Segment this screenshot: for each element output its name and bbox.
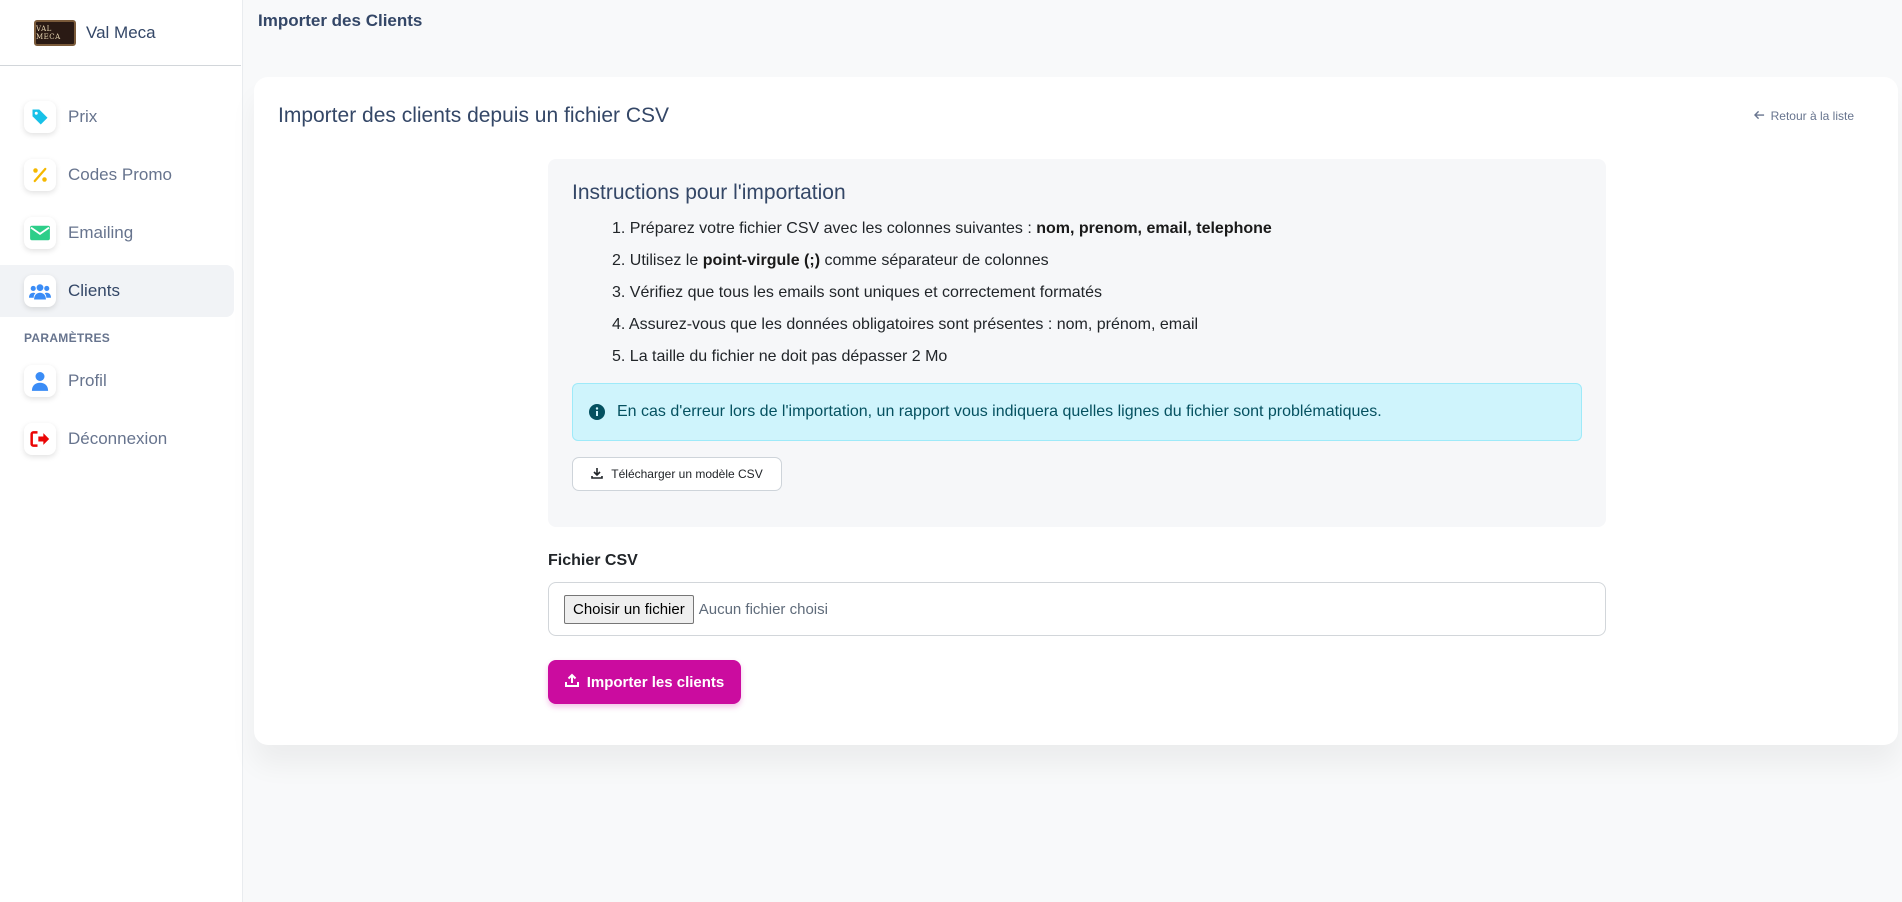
sidebar: VAL MECA Val Meca Prix Codes Promo Email…	[0, 0, 243, 902]
sidebar-item-codes-promo[interactable]: Codes Promo	[0, 149, 234, 201]
import-card: Importer des clients depuis un fichier C…	[254, 77, 1898, 745]
user-icon	[24, 365, 56, 397]
download-template-button[interactable]: Télécharger un modèle CSV	[572, 457, 782, 491]
tag-icon	[24, 101, 56, 133]
card-title: Importer des clients depuis un fichier C…	[278, 104, 670, 127]
instructions-panel: Instructions pour l'importation 1. Prépa…	[548, 159, 1606, 527]
alert-text: En cas d'erreur lors de l'importation, u…	[617, 403, 1382, 420]
percent-icon	[24, 159, 56, 191]
page-title: Importer des Clients	[258, 11, 423, 30]
download-template-label: Télécharger un modèle CSV	[611, 467, 763, 481]
arrow-left-icon	[1753, 109, 1765, 123]
sidebar-item-label: Emailing	[68, 223, 134, 242]
sidebar-item-deconnexion[interactable]: Déconnexion	[0, 413, 234, 465]
sidebar-nav: Prix Codes Promo Emailing Clients PARAMÈ…	[0, 66, 242, 465]
sidebar-item-prix[interactable]: Prix	[0, 91, 234, 143]
envelope-icon	[24, 217, 56, 249]
file-status-text: Aucun fichier choisi	[698, 600, 828, 618]
sidebar-section-title: PARAMÈTRES	[24, 331, 111, 345]
info-alert: En cas d'erreur lors de l'importation, u…	[572, 383, 1582, 441]
logout-icon	[24, 423, 56, 455]
list-item: 3. Vérifiez que tous les emails sont uni…	[612, 284, 1103, 301]
list-item: 4. Assurez-vous que les données obligato…	[612, 316, 1199, 333]
download-icon	[591, 467, 604, 482]
sidebar-item-label: Clients	[68, 281, 120, 300]
brand-logo: VAL MECA	[34, 19, 76, 46]
instructions-title: Instructions pour l'importation	[572, 181, 846, 204]
sidebar-item-label: Déconnexion	[68, 429, 168, 448]
sidebar-item-clients[interactable]: Clients	[0, 265, 234, 317]
sidebar-item-label: Prix	[68, 107, 98, 126]
info-circle-icon	[589, 404, 605, 420]
import-button-label: Importer les clients	[586, 673, 725, 691]
csv-file-input[interactable]: Choisir un fichier Aucun fichier choisi	[548, 582, 1606, 636]
sidebar-item-profil[interactable]: Profil	[0, 355, 234, 407]
choose-file-button[interactable]: Choisir un fichier	[564, 594, 694, 624]
brand-name: Val Meca	[86, 22, 156, 42]
back-to-list-link[interactable]: Retour à la liste	[1753, 109, 1854, 123]
file-field-label: Fichier CSV	[548, 552, 638, 569]
back-link-label: Retour à la liste	[1770, 109, 1854, 123]
list-item: 1. Préparez votre fichier CSV avec les c…	[612, 220, 1272, 237]
instructions-list: 1. Préparez votre fichier CSV avec les c…	[572, 219, 1582, 379]
sidebar-item-label: Codes Promo	[68, 165, 172, 184]
upload-icon	[564, 673, 579, 691]
sidebar-item-emailing[interactable]: Emailing	[0, 207, 234, 259]
users-icon	[24, 275, 56, 307]
list-item: 5. La taille du fichier ne doit pas dépa…	[612, 348, 948, 365]
brand[interactable]: VAL MECA Val Meca	[0, 0, 241, 66]
list-item: 2. Utilisez le point-virgule (;) comme s…	[612, 252, 1049, 269]
sidebar-item-label: Profil	[68, 371, 107, 390]
import-clients-button[interactable]: Importer les clients	[548, 660, 741, 704]
